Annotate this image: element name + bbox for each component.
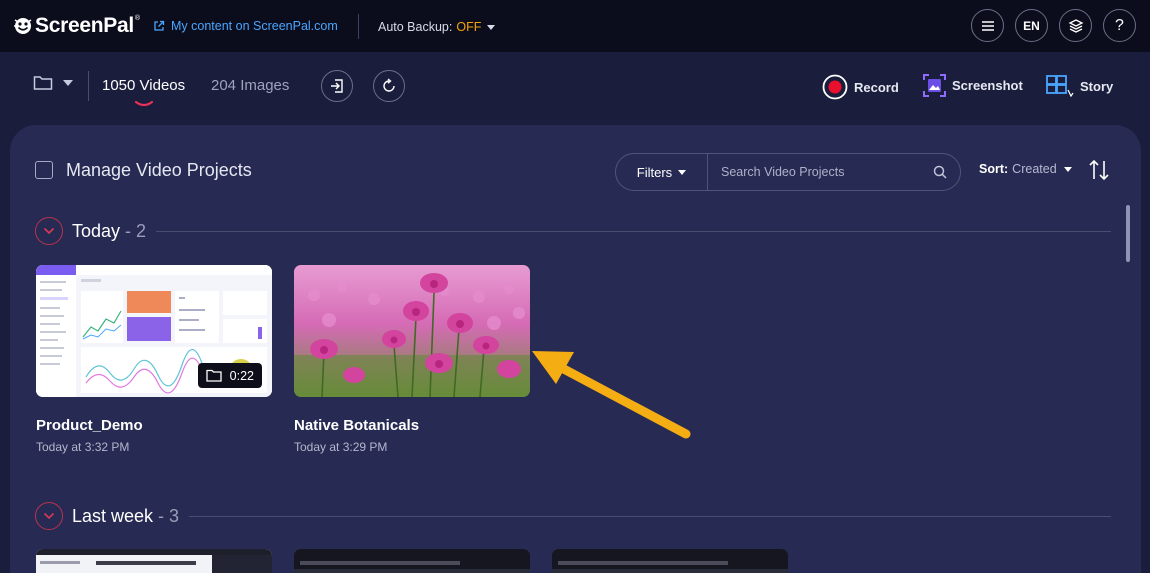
section-last-week-header: Last week - 3 — [35, 502, 1111, 530]
section-title: Today — [72, 220, 121, 241]
folder-icon — [206, 369, 222, 382]
folder-dropdown[interactable] — [33, 75, 73, 91]
video-date: Today at 3:29 PM — [294, 440, 388, 454]
caret-down-icon — [1063, 166, 1072, 172]
refresh-button[interactable] — [373, 70, 405, 102]
caret-down-icon — [63, 80, 73, 86]
screenpal-logo-icon — [14, 18, 32, 34]
video-card[interactable]: Native Botanicals Today at 3:29 PM — [294, 265, 530, 454]
sort-dropdown[interactable]: Sort: Created — [979, 162, 1072, 176]
video-card[interactable]: 0:22 Product_Demo Today at 3:32 PM — [36, 265, 272, 454]
hamburger-icon — [981, 20, 994, 31]
help-button[interactable]: ? — [1103, 9, 1136, 42]
collapse-button[interactable] — [35, 217, 63, 245]
folder-icon — [33, 76, 53, 90]
section-divider — [189, 515, 1111, 517]
active-tab-indicator — [134, 100, 154, 107]
collapse-button[interactable] — [35, 502, 63, 530]
duration-badge: 0:22 — [197, 363, 262, 388]
screenshot-icon — [923, 74, 946, 97]
video-date: Today at 3:32 PM — [36, 440, 130, 454]
story-icon — [1046, 75, 1074, 98]
help-icon: ? — [1115, 16, 1124, 34]
select-all-checkbox[interactable] — [35, 161, 53, 179]
poppy-field-image — [294, 265, 530, 397]
scrollbar-thumb[interactable] — [1126, 205, 1130, 262]
video-thumbnail[interactable] — [294, 265, 530, 397]
my-content-link[interactable]: My content on ScreenPal.com — [153, 19, 338, 33]
auto-backup-label: Auto Backup: — [378, 20, 453, 34]
my-content-prefix: My content on — [171, 19, 253, 33]
video-thumbnail[interactable] — [36, 549, 272, 573]
chevron-down-icon — [43, 227, 55, 235]
section-divider — [156, 230, 1111, 232]
annotation-arrow — [532, 351, 691, 439]
record-label: Record — [854, 79, 899, 95]
screenpal-logo[interactable]: ScreenPal ® — [13, 15, 140, 37]
menu-button[interactable] — [971, 9, 1004, 42]
video-thumbnail[interactable] — [294, 549, 530, 573]
search-bar: Filters — [615, 153, 961, 191]
language-label: EN — [1023, 18, 1040, 33]
video-thumbnail[interactable] — [552, 549, 788, 573]
filters-label: Filters — [636, 164, 673, 180]
import-icon — [331, 79, 343, 93]
filters-dropdown[interactable]: Filters — [616, 154, 708, 190]
section-today-header: Today - 2 — [35, 217, 1111, 245]
section-title: Last week — [72, 505, 154, 526]
my-content-domain: ScreenPal.com — [253, 19, 338, 33]
duration-text: 0:22 — [229, 368, 254, 383]
refresh-icon — [383, 78, 395, 92]
story-button[interactable]: Story — [1046, 74, 1113, 98]
top-bar: ScreenPal ® My content on ScreenPal.com … — [0, 0, 1150, 52]
screenshot-button[interactable]: Screenshot — [923, 74, 1023, 97]
caret-down-icon — [487, 24, 496, 30]
layers-button[interactable] — [1059, 9, 1092, 42]
brand-name: ScreenPal — [35, 14, 134, 37]
section-count: - 2 — [125, 220, 147, 241]
caret-down-icon — [678, 169, 687, 175]
record-button[interactable]: Record — [822, 74, 899, 100]
record-icon — [822, 74, 848, 100]
search-input[interactable] — [708, 165, 933, 179]
divider — [358, 14, 359, 39]
language-button[interactable]: EN — [1015, 9, 1048, 42]
layers-icon — [1068, 18, 1083, 33]
story-label: Story — [1080, 78, 1114, 94]
chevron-down-icon — [43, 512, 55, 520]
tab-videos[interactable]: 1050 Videos — [102, 77, 185, 94]
auto-backup-dropdown[interactable]: Auto Backup: OFF — [378, 20, 496, 34]
video-title: Native Botanicals — [294, 417, 420, 434]
video-title: Product_Demo — [36, 417, 143, 434]
tab-images[interactable]: 204 Images — [211, 77, 289, 94]
page-title: Manage Video Projects — [66, 160, 252, 180]
search-icon[interactable] — [933, 165, 947, 179]
external-link-icon — [154, 20, 165, 31]
auto-backup-status: OFF — [456, 20, 482, 34]
import-button[interactable] — [321, 70, 353, 102]
screenshot-label: Screenshot — [952, 78, 1023, 93]
sort-label: Sort: — [979, 162, 1009, 176]
section-count: - 3 — [158, 505, 180, 526]
divider — [88, 71, 89, 101]
sort-value: Created — [1012, 162, 1057, 176]
trademark: ® — [134, 15, 141, 22]
video-thumbnail[interactable]: 0:22 — [36, 265, 272, 397]
sort-direction-icon[interactable] — [1088, 158, 1110, 182]
